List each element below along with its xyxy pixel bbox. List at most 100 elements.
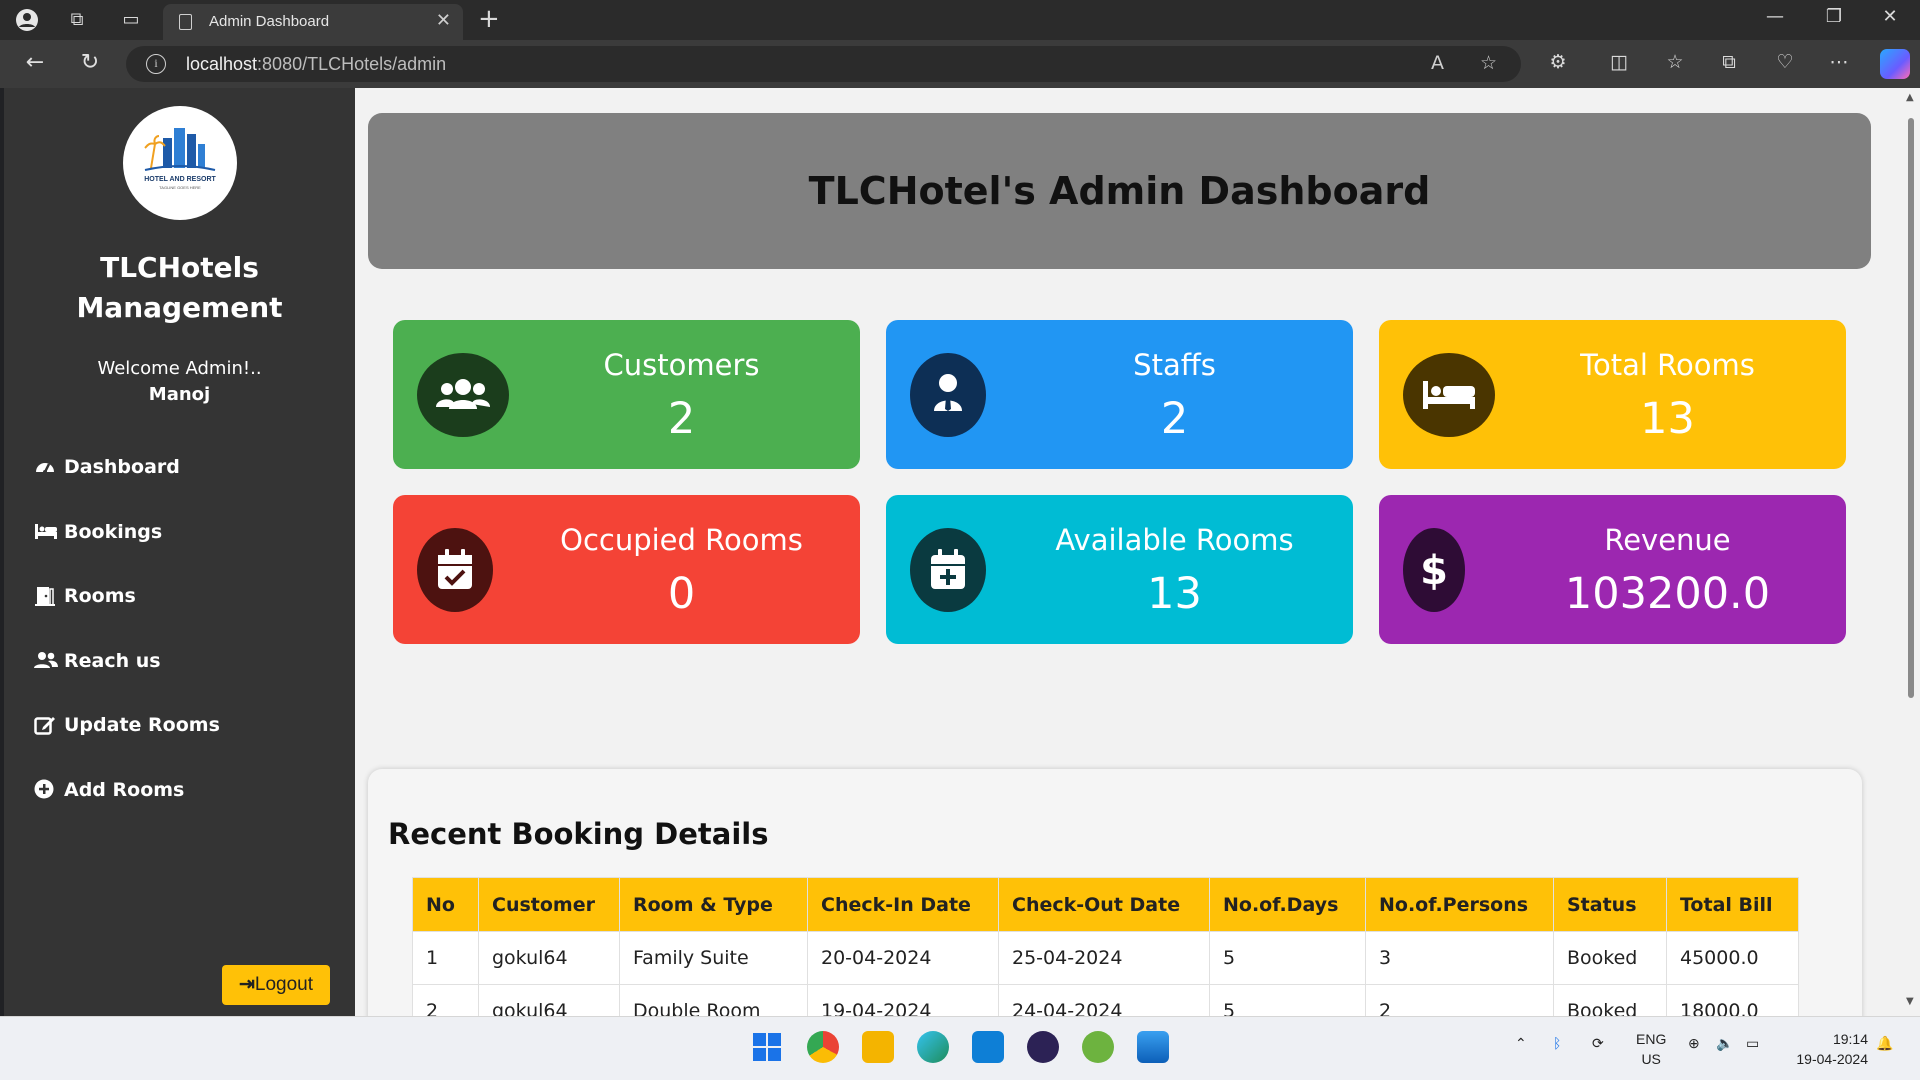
- user-name: Manoj: [148, 384, 211, 405]
- sidebar-item-update-rooms[interactable]: Update Rooms: [34, 714, 220, 779]
- chrome-icon[interactable]: [807, 1031, 839, 1063]
- browser-essentials-icon[interactable]: ♡: [1770, 51, 1800, 73]
- card-total-rooms[interactable]: Total Rooms 13: [1379, 320, 1846, 469]
- cell: 18000.0: [1666, 984, 1799, 1016]
- sidebar-item-rooms[interactable]: Rooms: [34, 585, 220, 650]
- users-icon: [417, 353, 509, 437]
- brand-title: TLCHotels Management: [4, 248, 355, 328]
- cell: 45000.0: [1666, 931, 1799, 985]
- language-indicator[interactable]: ENG US: [1636, 1029, 1666, 1069]
- cell: 1: [412, 931, 479, 985]
- favorites-icon[interactable]: ☆: [1660, 51, 1690, 73]
- sync-icon[interactable]: ⟳: [1592, 1035, 1604, 1052]
- eclipse-icon[interactable]: [1027, 1031, 1059, 1063]
- url-path: :8080/TLCHotels/admin: [257, 54, 447, 74]
- network-icon[interactable]: ⊕: [1688, 1035, 1700, 1052]
- page-icon: [179, 14, 192, 30]
- site-info-icon[interactable]: i: [146, 54, 166, 74]
- card-staffs[interactable]: Staffs 2: [886, 320, 1353, 469]
- minimize-icon[interactable]: —: [1755, 6, 1795, 27]
- column-header: Check-Out Date: [998, 877, 1210, 932]
- close-tab-icon[interactable]: ✕: [436, 10, 451, 31]
- edge-icon[interactable]: [917, 1031, 949, 1063]
- plus-circle-icon: [34, 779, 64, 804]
- favorite-star-icon[interactable]: ☆: [1480, 52, 1497, 74]
- photos-icon[interactable]: [1137, 1031, 1169, 1063]
- sidebar-item-bookings[interactable]: Bookings: [34, 521, 220, 586]
- windows-taskbar: ⌃ ᛒ ⟳ ENG US ⊕ 🔈 ▭ 19:14 19-04-2024 🔔: [0, 1016, 1920, 1080]
- sidebar-item-label: Update Rooms: [64, 714, 220, 736]
- card-revenue[interactable]: $ Revenue 103200.0: [1379, 495, 1846, 644]
- building-icon: [144, 128, 216, 171]
- language-code: ENG: [1636, 1031, 1667, 1047]
- notification-bell-icon[interactable]: 🔔: [1876, 1035, 1893, 1052]
- profile-icon[interactable]: [14, 8, 40, 32]
- copilot-icon[interactable]: [1880, 49, 1910, 79]
- card-occupied-rooms[interactable]: Occupied Rooms 0: [393, 495, 860, 644]
- cell: Booked: [1553, 984, 1667, 1016]
- extensions-icon[interactable]: ⚙: [1543, 51, 1573, 73]
- split-screen-icon[interactable]: ◫: [1604, 51, 1634, 73]
- scrollbar-thumb[interactable]: [1908, 118, 1914, 698]
- volume-icon[interactable]: 🔈: [1716, 1035, 1733, 1052]
- chevron-up-icon[interactable]: ⌃: [1515, 1035, 1527, 1052]
- card-available-rooms[interactable]: Available Rooms 13: [886, 495, 1353, 644]
- url-text[interactable]: localhost:8080/TLCHotels/admin: [186, 54, 446, 75]
- scroll-down-icon[interactable]: ▼: [1906, 996, 1914, 1007]
- sidebar-item-reach-us[interactable]: Reach us: [34, 650, 220, 715]
- more-menu-icon[interactable]: ⋯: [1824, 51, 1854, 73]
- bed-icon: [1403, 353, 1495, 437]
- vertical-tabs-icon[interactable]: ▭: [118, 8, 144, 32]
- workspaces-icon[interactable]: ⧉: [64, 8, 90, 32]
- hotel-logo: HOTEL AND RESORT TAGLINE GOES HERE: [123, 106, 237, 220]
- scroll-up-icon[interactable]: ▲: [1906, 92, 1914, 103]
- browser-tab[interactable]: Admin Dashboard ✕: [163, 4, 463, 40]
- main-content: TLCHotel's Admin Dashboard Customers 2 S…: [355, 88, 1902, 1016]
- column-header: Customer: [478, 877, 620, 932]
- card-customers[interactable]: Customers 2: [393, 320, 860, 469]
- region-code: US: [1641, 1051, 1661, 1067]
- logo-text: HOTEL AND RESORT: [144, 176, 216, 183]
- system-clock[interactable]: 19:14 19-04-2024: [1796, 1029, 1868, 1069]
- logout-label: Logout: [254, 974, 314, 995]
- new-tab-icon[interactable]: +: [478, 4, 500, 34]
- browser-titlebar: ⧉ ▭ Admin Dashboard ✕ + — ❐ ✕: [0, 0, 1920, 40]
- read-aloud-icon[interactable]: A: [1431, 52, 1444, 74]
- column-header: No.of.Persons: [1365, 877, 1554, 932]
- svg-text:$: $: [1420, 548, 1448, 594]
- sidebar-item-label: Reach us: [64, 649, 161, 672]
- section-title: Recent Booking Details: [388, 817, 769, 851]
- file-explorer-icon[interactable]: [862, 1031, 894, 1063]
- sidebar-item-add-rooms[interactable]: Add Rooms: [34, 779, 220, 844]
- restore-icon[interactable]: ❐: [1814, 6, 1854, 27]
- sidebar-item-dashboard[interactable]: Dashboard: [34, 456, 220, 521]
- card-label: Customers: [603, 348, 760, 382]
- close-window-icon[interactable]: ✕: [1870, 6, 1910, 27]
- battery-icon[interactable]: ▭: [1746, 1035, 1759, 1052]
- users-icon: [34, 650, 64, 675]
- cell: Double Room: [619, 984, 808, 1016]
- refresh-icon[interactable]: ↻: [75, 50, 105, 75]
- address-bar[interactable]: i localhost:8080/TLCHotels/admin A ☆: [126, 46, 1521, 82]
- card-label: Revenue: [1604, 523, 1731, 557]
- spring-tool-icon[interactable]: [1082, 1031, 1114, 1063]
- card-value: 2: [1160, 394, 1189, 444]
- page-title: TLCHotel's Admin Dashboard: [368, 113, 1871, 269]
- column-header: Total Bill: [1666, 877, 1799, 932]
- sidebar-menu: Dashboard Bookings Rooms Reach us Update…: [34, 456, 220, 843]
- collections-icon[interactable]: ⧉: [1714, 51, 1744, 73]
- vertical-scrollbar[interactable]: ▲ ▼: [1902, 88, 1920, 1016]
- page-viewport: HOTEL AND RESORT TAGLINE GOES HERE TLCHo…: [4, 88, 1920, 1016]
- bluetooth-icon[interactable]: ᛒ: [1553, 1035, 1561, 1051]
- cell: gokul64: [478, 984, 620, 1016]
- cell: 25-04-2024: [998, 931, 1210, 985]
- column-header: Check-In Date: [807, 877, 999, 932]
- start-icon[interactable]: [751, 1031, 783, 1063]
- sidebar-item-label: Add Rooms: [64, 778, 185, 801]
- logout-button[interactable]: ⇥Logout: [222, 965, 330, 1005]
- cell: 19-04-2024: [807, 984, 999, 1016]
- column-header: Room & Type: [619, 877, 808, 932]
- card-value: 103200.0: [1564, 569, 1771, 619]
- back-icon[interactable]: ←: [20, 50, 50, 75]
- vscode-icon[interactable]: [972, 1031, 1004, 1063]
